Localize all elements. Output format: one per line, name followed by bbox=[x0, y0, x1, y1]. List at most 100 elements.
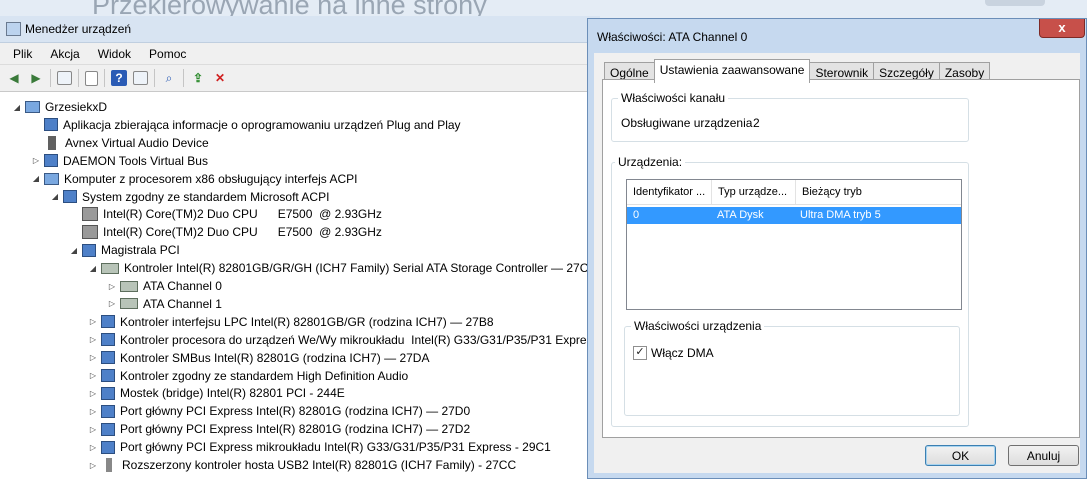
computer-icon bbox=[44, 172, 59, 185]
enable-dma-label: Włącz DMA bbox=[651, 346, 714, 360]
show-hide-tree-icon[interactable] bbox=[57, 71, 72, 85]
device-row-id: 0 bbox=[633, 209, 640, 221]
tree-node[interactable]: ▷ Mostek (bridge) Intel(R) 82801 PCI - 24… bbox=[88, 384, 345, 402]
toolbar-separator bbox=[50, 69, 51, 87]
toolbar-separator bbox=[183, 69, 184, 87]
expand-arrow-icon[interactable]: ▷ bbox=[107, 299, 117, 308]
tree-node-label: Kontroler SMBus Intel(R) 82801G (rodzina… bbox=[120, 350, 430, 365]
scan-hardware-icon[interactable]: ⌕ bbox=[161, 70, 177, 86]
collapse-arrow-icon[interactable]: ◢ bbox=[69, 246, 79, 255]
tree-node[interactable]: ◢ Komputer z procesorem x86 obsługujący i… bbox=[31, 170, 358, 188]
help-icon[interactable]: ? bbox=[111, 70, 127, 86]
expand-arrow-icon[interactable]: ▷ bbox=[31, 156, 41, 165]
menu-plik[interactable]: Plik bbox=[4, 47, 41, 61]
tree-node[interactable]: Intel(R) Core(TM)2 Duo CPU E7500 @ 2.93G… bbox=[69, 223, 382, 241]
uninstall-icon[interactable]: ✕ bbox=[212, 70, 228, 86]
computer-icon bbox=[25, 101, 40, 113]
expand-arrow-icon[interactable]: ▷ bbox=[88, 425, 98, 434]
collapse-arrow-icon[interactable]: ◢ bbox=[50, 192, 60, 201]
back-icon[interactable]: ◀ bbox=[6, 70, 22, 86]
column-device-type[interactable]: Typ urządze... bbox=[712, 180, 796, 204]
devices-group: Urządzenia: Identyfikator ... Typ urządz… bbox=[611, 155, 969, 427]
tree-node[interactable]: ▷ Kontroler zgodny ze standardem High Def… bbox=[88, 367, 408, 385]
tree-node[interactable]: ▷ Rozszerzony kontroler hosta USB2 Intel(… bbox=[88, 456, 516, 474]
expand-arrow-icon[interactable]: ▷ bbox=[88, 371, 98, 380]
tree-node-label: Port główny PCI Express mikroukładu Inte… bbox=[120, 440, 551, 455]
collapse-arrow-icon[interactable]: ◢ bbox=[88, 264, 98, 273]
tree-node[interactable]: Avnex Virtual Audio Device bbox=[31, 134, 209, 152]
device-icon bbox=[101, 369, 115, 382]
tree-node[interactable]: ▷ Kontroler procesora do urządzeń We/Wy m… bbox=[88, 331, 599, 349]
tree-node[interactable]: ▷ Kontroler interfejsu LPC Intel(R) 82801… bbox=[88, 313, 494, 331]
properties-icon[interactable] bbox=[85, 70, 98, 86]
device-manager-icon bbox=[6, 22, 21, 36]
supported-devices-label: Obsługiwane urządzenia bbox=[621, 116, 753, 130]
forward-icon[interactable]: ▶ bbox=[28, 70, 44, 86]
tree-node-label: Komputer z procesorem x86 obsługujący in… bbox=[64, 171, 358, 186]
tree-node[interactable]: ▷ Port główny PCI Express Intel(R) 82801G… bbox=[88, 402, 470, 420]
tree-node[interactable]: ▷ ATA Channel 1 bbox=[107, 295, 222, 313]
collapse-arrow-icon[interactable]: ◢ bbox=[31, 174, 41, 183]
tree-node[interactable]: ◢ Kontroler Intel(R) 82801GB/GR/GH (ICH7 … bbox=[88, 259, 595, 277]
device-icon bbox=[101, 315, 115, 329]
close-button[interactable]: x bbox=[1039, 19, 1085, 38]
storage-controller-icon bbox=[120, 280, 138, 292]
dialog-title: Właściwości: ATA Channel 0 bbox=[597, 30, 748, 44]
enable-dma-option[interactable]: ✓ Włącz DMA bbox=[633, 346, 714, 360]
expand-arrow-icon[interactable]: ▷ bbox=[88, 407, 98, 416]
audio-icon bbox=[48, 135, 56, 150]
storage-controller-icon bbox=[101, 262, 119, 274]
tree-node-label: Rozszerzony kontroler hosta USB2 Intel(R… bbox=[122, 458, 517, 472]
device-manager-window: Menedżer urządzeń Plik Akcja Widok Pomoc… bbox=[0, 16, 600, 479]
device-row-mode: Ultra DMA tryb 5 bbox=[800, 209, 881, 221]
tree-node-label: Avnex Virtual Audio Device bbox=[65, 135, 209, 150]
device-properties-title: Właściwości urządzenia bbox=[631, 319, 765, 333]
column-identifier[interactable]: Identyfikator ... bbox=[627, 180, 712, 204]
expand-arrow-icon[interactable]: ▷ bbox=[88, 317, 98, 326]
tree-node[interactable]: ▷ Port główny PCI Express mikroukładu Int… bbox=[88, 438, 551, 456]
cancel-button[interactable]: Anuluj bbox=[1008, 445, 1079, 466]
tree-node[interactable]: ▷ DAEMON Tools Virtual Bus bbox=[31, 152, 208, 170]
tree-node-label: ATA Channel 1 bbox=[143, 296, 222, 311]
tab-strip: Ogólne Ustawienia zaawansowane Sterownik… bbox=[604, 59, 991, 83]
channel-properties-title: Właściwości kanału bbox=[618, 91, 729, 105]
device-icon bbox=[82, 243, 96, 257]
expand-arrow-icon[interactable]: ▷ bbox=[88, 389, 98, 398]
menu-widok[interactable]: Widok bbox=[89, 47, 140, 61]
tree-node[interactable]: ▷ Kontroler SMBus Intel(R) 82801G (rodzin… bbox=[88, 349, 430, 367]
properties-dialog: Właściwości: ATA Channel 0 x Ogólne Usta… bbox=[587, 18, 1087, 479]
tree-node-label: Port główny PCI Express Intel(R) 82801G … bbox=[120, 422, 471, 437]
tree-node[interactable]: Aplikacja zbierająca informacje o oprogr… bbox=[31, 116, 461, 134]
usb-icon bbox=[106, 458, 112, 472]
collapse-arrow-icon[interactable]: ◢ bbox=[12, 103, 22, 112]
tree-node[interactable]: ▷ ATA Channel 0 bbox=[107, 277, 222, 295]
tree-node-label: Magistrala PCI bbox=[101, 243, 180, 258]
tab-advanced-settings[interactable]: Ustawienia zaawansowane bbox=[653, 59, 811, 83]
expand-arrow-icon[interactable]: ▷ bbox=[88, 443, 98, 452]
device-icon bbox=[101, 333, 115, 347]
devices-list[interactable]: Identyfikator ... Typ urządze... Bieżący… bbox=[626, 179, 962, 310]
enable-dma-checkbox[interactable]: ✓ bbox=[633, 346, 647, 360]
tree-node[interactable]: Intel(R) Core(TM)2 Duo CPU E7500 @ 2.93G… bbox=[69, 205, 382, 223]
background-window-button[interactable] bbox=[985, 0, 1045, 6]
expand-arrow-icon[interactable]: ▷ bbox=[88, 461, 98, 470]
column-current-mode[interactable]: Bieżący tryb bbox=[796, 180, 952, 204]
expand-arrow-icon[interactable]: ▷ bbox=[88, 353, 98, 362]
expand-arrow-icon[interactable]: ▷ bbox=[88, 335, 98, 344]
tree-node[interactable]: ◢ GrzesiekxD bbox=[12, 98, 107, 116]
tree-node[interactable]: ◢ Magistrala PCI bbox=[69, 241, 180, 259]
toolbar-separator bbox=[78, 69, 79, 87]
update-driver-icon[interactable]: ⇪ bbox=[190, 70, 206, 86]
ok-button[interactable]: OK bbox=[925, 445, 996, 466]
storage-controller-icon bbox=[120, 298, 138, 310]
toolbar: ◀ ▶ ? ⌕ ⇪ ✕ bbox=[0, 65, 600, 92]
tree-node-label: Kontroler interfejsu LPC Intel(R) 82801G… bbox=[120, 314, 494, 329]
tree-node[interactable]: ◢ System zgodny ze standardem Microsoft A… bbox=[50, 188, 330, 206]
menu-pomoc[interactable]: Pomoc bbox=[140, 47, 195, 61]
expand-arrow-icon[interactable]: ▷ bbox=[107, 282, 117, 291]
device-row[interactable]: 0 ATA Dysk Ultra DMA tryb 5 bbox=[627, 207, 961, 224]
device-properties-group: Właściwości urządzenia ✓ Włącz DMA bbox=[624, 319, 960, 416]
view-icon[interactable] bbox=[133, 71, 148, 85]
tree-node[interactable]: ▷ Port główny PCI Express Intel(R) 82801G… bbox=[88, 420, 470, 438]
menu-akcja[interactable]: Akcja bbox=[41, 47, 88, 61]
